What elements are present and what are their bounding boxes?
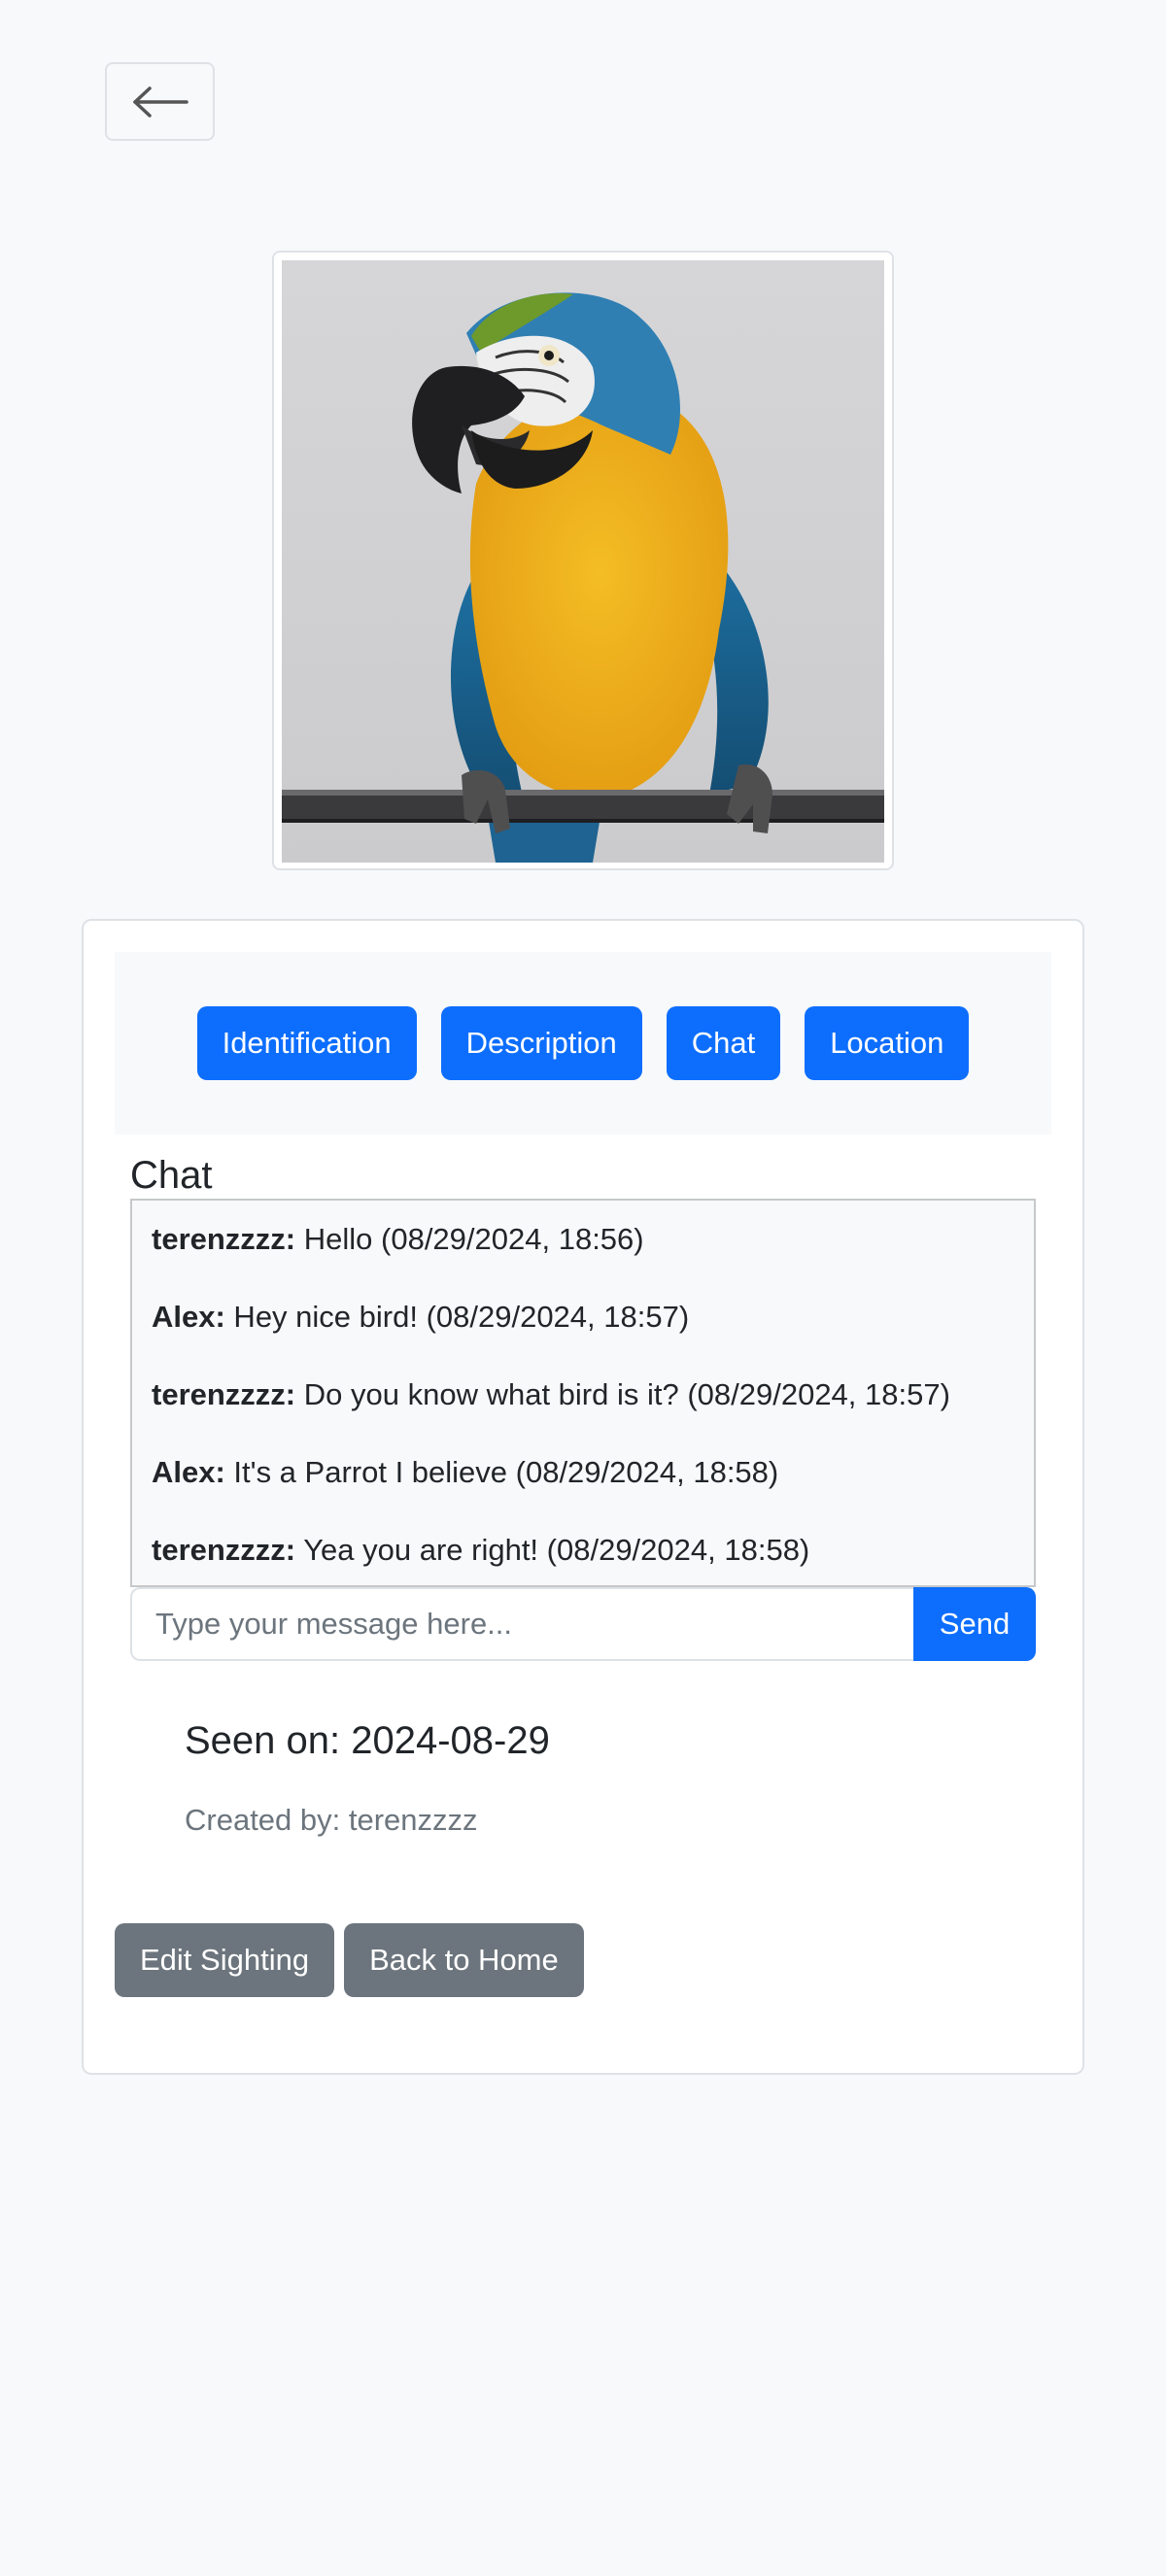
chat-message: terenzzzz: Do you know what bird is it? … xyxy=(152,1356,1014,1434)
message-text: Hello (08/29/2024, 18:56) xyxy=(295,1222,644,1256)
chat-heading: Chat xyxy=(130,1154,213,1197)
message-text: It's a Parrot I believe (08/29/2024, 18:… xyxy=(224,1455,779,1489)
back-button[interactable] xyxy=(105,62,215,141)
tabs-bar: Identification Description Chat Location xyxy=(115,952,1051,1135)
tab-description[interactable]: Description xyxy=(440,1006,642,1080)
chat-message: Alex: Hey nice bird! (08/29/2024, 18:57) xyxy=(152,1278,1014,1356)
action-buttons: Edit Sighting Back to Home xyxy=(115,1923,584,1997)
message-text: Yea you are right! (08/29/2024, 18:58) xyxy=(295,1533,810,1567)
message-author: terenzzzz: xyxy=(152,1222,296,1256)
chat-message: Alex: It's a Parrot I believe (08/29/202… xyxy=(152,1434,1014,1511)
chat-input-row: Send xyxy=(130,1587,1036,1661)
message-input[interactable] xyxy=(130,1587,913,1661)
message-text: Do you know what bird is it? (08/29/2024… xyxy=(295,1377,950,1411)
tab-identification[interactable]: Identification xyxy=(196,1006,417,1080)
arrow-left-icon xyxy=(132,85,189,118)
chat-log[interactable]: terenzzzz: Hello (08/29/2024, 18:56) Ale… xyxy=(130,1199,1036,1587)
message-text: Hey nice bird! (08/29/2024, 18:57) xyxy=(224,1300,690,1334)
send-button[interactable]: Send xyxy=(913,1587,1036,1661)
message-author: terenzzzz: xyxy=(152,1533,296,1567)
sighting-card: Identification Description Chat Location… xyxy=(82,919,1084,2075)
created-by: Created by: terenzzzz xyxy=(185,1803,478,1837)
parrot-photo xyxy=(282,260,884,863)
back-to-home-button[interactable]: Back to Home xyxy=(344,1923,584,1997)
message-author: Alex: xyxy=(152,1300,225,1334)
chat-message: terenzzzz: Hello (08/29/2024, 18:56) xyxy=(152,1201,1014,1278)
edit-sighting-button[interactable]: Edit Sighting xyxy=(115,1923,335,1997)
seen-on-date: Seen on: 2024-08-29 xyxy=(185,1719,550,1762)
tab-chat[interactable]: Chat xyxy=(666,1006,781,1080)
sighting-photo xyxy=(272,251,894,870)
message-author: terenzzzz: xyxy=(152,1377,296,1411)
chat-message: terenzzzz: Yea you are right! (08/29/202… xyxy=(152,1511,1014,1585)
tab-location[interactable]: Location xyxy=(805,1006,970,1080)
message-author: Alex: xyxy=(152,1455,225,1489)
